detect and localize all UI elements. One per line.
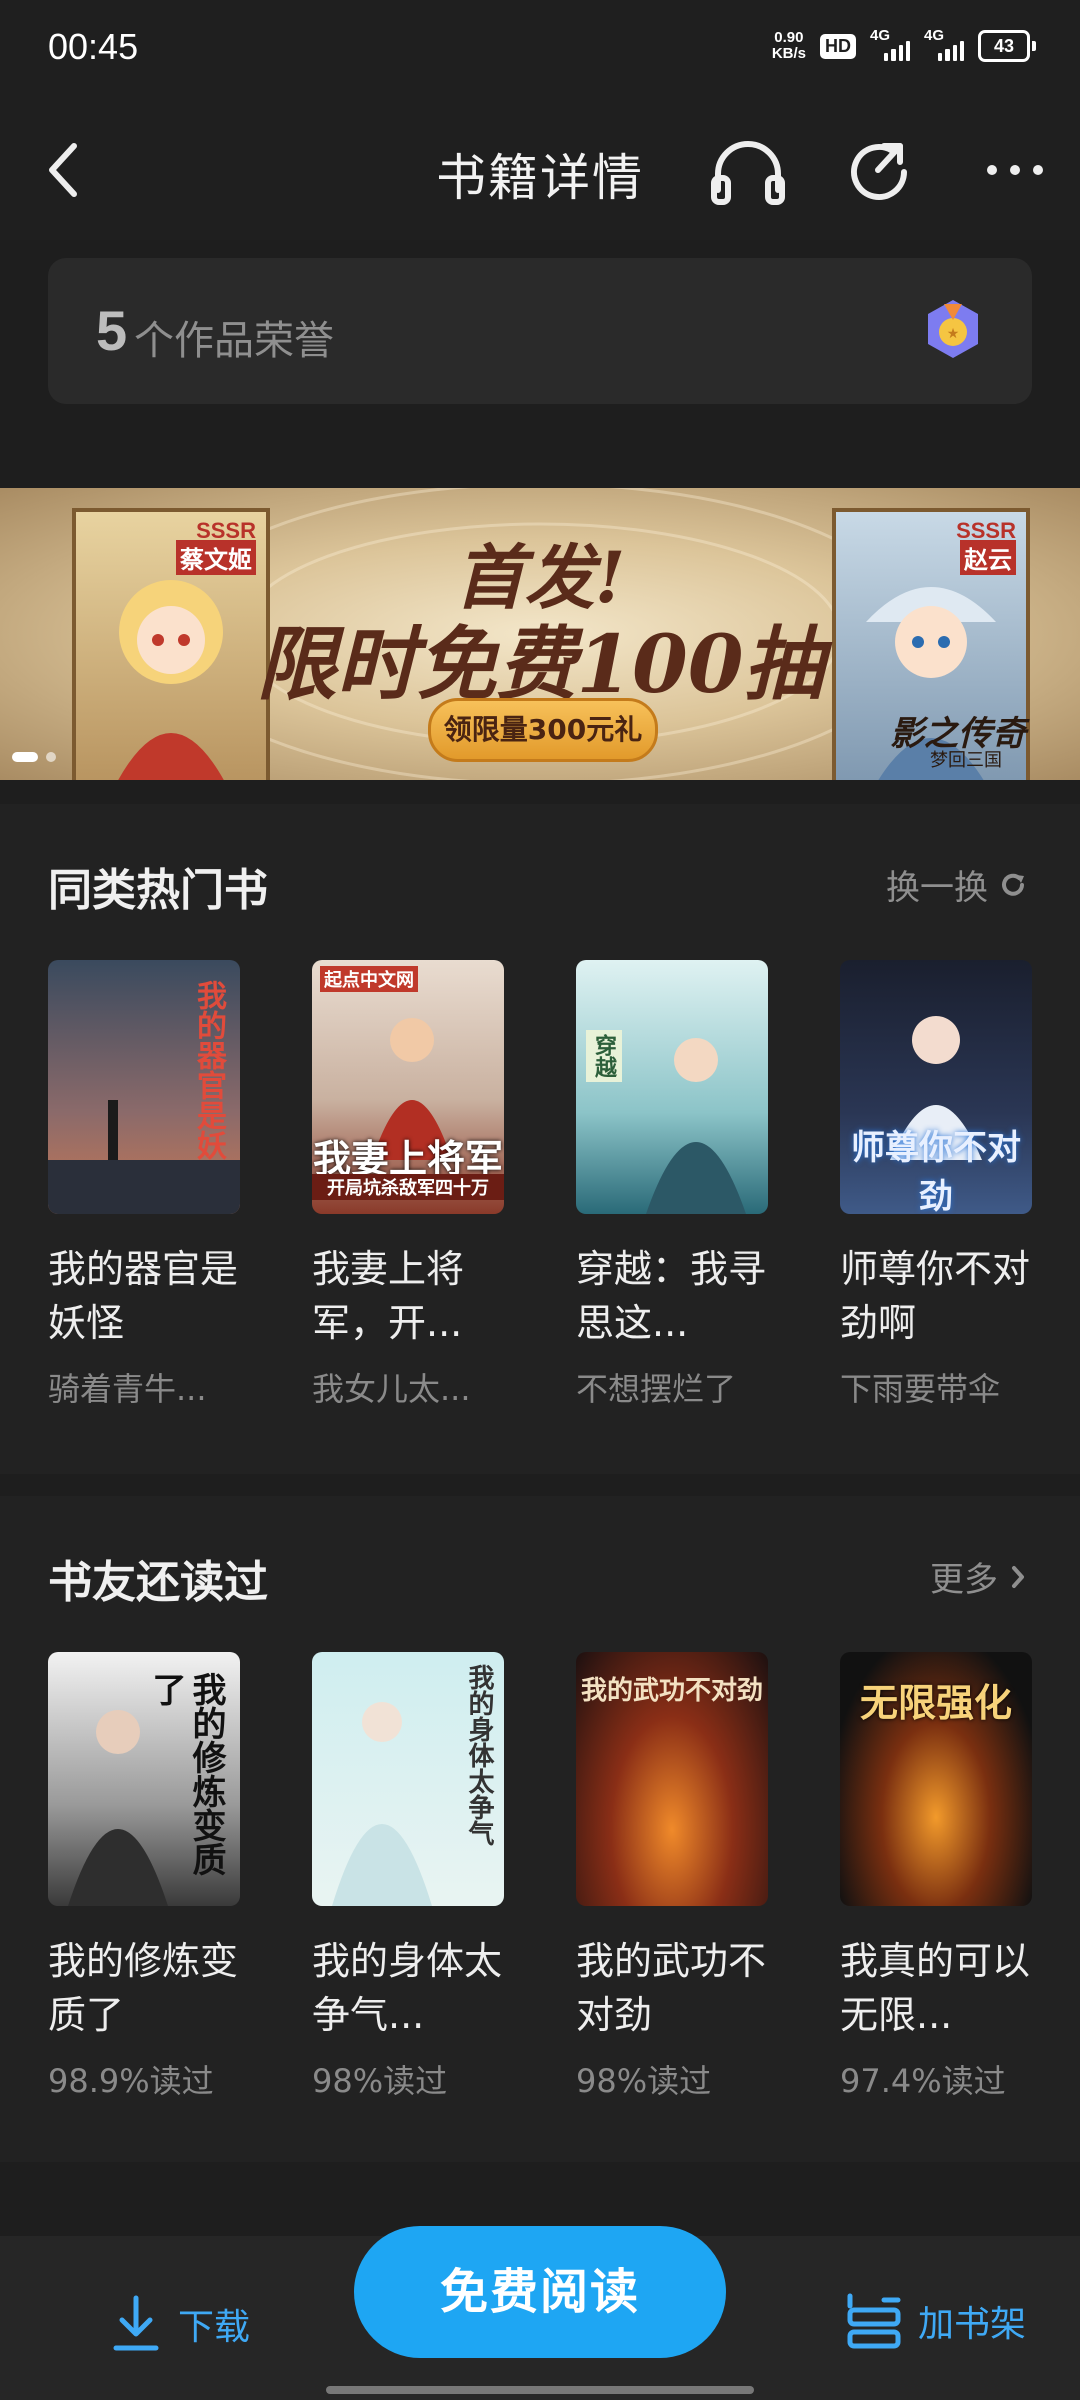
cover-strap: 开局坑杀敌军四十万 — [312, 1174, 504, 1200]
honor-count: 5 — [96, 299, 128, 362]
also-read-title: 书友还读过 — [48, 1557, 268, 1608]
book-title: 我的武功不对劲 — [576, 1939, 767, 2037]
read-percentage: 97.4%读过 — [840, 2062, 1006, 2100]
book-card[interactable]: 我的器官是妖怪 我的器官是妖怪 骑着青牛... — [48, 960, 244, 1410]
book-card[interactable]: 我的身体太争气 我的身体太争气... 98%读过 — [312, 1652, 508, 2102]
book-title: 穿越：我寻思这... — [576, 1247, 767, 1345]
network-speed-unit: KB/s — [771, 45, 806, 62]
book-cover[interactable]: 我的器官是妖怪 — [48, 960, 240, 1214]
read-percentage: 98.9%读过 — [48, 2062, 214, 2100]
promo-banner[interactable]: SSSR 蔡文姬 SSSR 赵云 首发! 限时免费100抽 领限量300元礼 影… — [0, 488, 1080, 780]
book-card[interactable]: 我的修炼变质了 我的修炼变质了 98.9%读过 — [48, 1652, 244, 2102]
cover-title: 无限强化 — [859, 1680, 1012, 1725]
book-title: 我妻上将军，开... — [312, 1247, 465, 1345]
signal-icon-2: 4G — [924, 27, 964, 61]
hd-icon: HD — [820, 33, 856, 59]
bottom-action-bar: 下载 免费阅读 加书架 — [0, 2226, 1080, 2400]
book-author: 骑着青牛... — [48, 1370, 207, 1408]
network-type-label: 4G — [870, 27, 891, 44]
book-author: 下雨要带伞 — [840, 1370, 1001, 1408]
book-title: 我真的可以无限... — [840, 1939, 1031, 2037]
download-icon — [113, 2295, 159, 2351]
honor-label: 个作品荣誉 — [134, 318, 334, 364]
read-percentage: 98%读过 — [576, 2062, 712, 2100]
network-type-label-2: 4G — [924, 27, 945, 44]
book-card[interactable]: 起点中文网 我妻上将军 开局坑杀敌军四十万 我妻上将军，开... 我女儿太... — [312, 960, 508, 1410]
download-label: 下载 — [178, 2307, 251, 2348]
book-title: 我的器官是妖怪 — [48, 1247, 239, 1345]
banner-gift-button[interactable]: 领限量300元礼 — [428, 698, 658, 762]
read-percentage: 98%读过 — [312, 2062, 448, 2100]
top-nav-bar: 书籍详情 — [0, 100, 1080, 240]
cover-title: 我的身体太争气 — [464, 1664, 494, 1846]
refresh-button[interactable]: 换一换 — [886, 860, 1028, 909]
similar-books-section: 同类热门书 换一换 我的器官是妖怪 我的器官是妖怪 骑着青牛... 起点中文网 … — [0, 804, 1080, 1474]
cover-title: 我的修炼变质了 — [146, 1672, 226, 1876]
network-speed: 0.90 KB/s — [772, 30, 806, 62]
book-card[interactable]: 师尊你不对劲 师尊你不对劲啊 下雨要带伞 — [840, 960, 1036, 1410]
cover-title: 师尊你不对劲 — [851, 1128, 1021, 1214]
book-cover[interactable]: 穿越 — [576, 960, 768, 1214]
home-indicator — [326, 2386, 754, 2394]
book-cover[interactable]: 无限强化 — [840, 1652, 1032, 1906]
also-read-section: 书友还读过 更多 我的修炼变质了 我的修炼变质了 98.9%读过 我的身体太争气… — [0, 1496, 1080, 2162]
honor-section: 5 个作品荣誉 ★ — [0, 240, 1080, 464]
refresh-icon — [1002, 873, 1024, 896]
refresh-label: 换一换 — [886, 868, 988, 908]
book-cover[interactable]: 我的身体太争气 — [312, 1652, 504, 1906]
banner-dot — [46, 752, 56, 762]
book-cover[interactable]: 师尊你不对劲 — [840, 960, 1032, 1214]
more-icon[interactable] — [980, 140, 1050, 200]
download-button[interactable]: 下载 — [110, 2294, 250, 2354]
book-cover[interactable]: 起点中文网 我妻上将军 开局坑杀敌军四十万 — [312, 960, 504, 1214]
more-label: 更多 — [930, 1560, 998, 1600]
network-speed-value: 0.90 — [774, 29, 804, 46]
banner-pagination — [12, 752, 56, 762]
status-time: 00:45 — [48, 26, 139, 67]
page-title: 书籍详情 — [436, 149, 644, 207]
share-icon[interactable] — [844, 136, 916, 208]
similar-books-title: 同类热门书 — [48, 865, 268, 916]
book-title: 师尊你不对劲啊 — [840, 1247, 1031, 1345]
headphones-icon[interactable] — [710, 138, 786, 206]
banner-brand-sub: 梦回三国 — [930, 750, 1002, 771]
book-author: 不想摆烂了 — [576, 1370, 737, 1408]
add-to-shelf-button[interactable]: 加书架 — [844, 2292, 1026, 2350]
svg-text:★: ★ — [947, 325, 960, 341]
book-card[interactable]: 无限强化 我真的可以无限... 97.4%读过 — [840, 1652, 1036, 2102]
book-card[interactable]: 我的武功不对劲 我的武功不对劲 98%读过 — [576, 1652, 772, 2102]
more-button[interactable]: 更多 — [930, 1552, 1028, 1601]
book-title: 我的身体太争气... — [312, 1939, 503, 2037]
medal-icon: ★ — [922, 298, 984, 360]
book-title: 我的修炼变质了 — [48, 1939, 239, 2037]
free-read-button[interactable]: 免费阅读 — [354, 2226, 726, 2358]
book-cover[interactable]: 我的修炼变质了 — [48, 1652, 240, 1906]
chevron-right-icon — [1012, 1565, 1024, 1588]
battery-icon: 43 — [978, 30, 1036, 62]
cover-title: 我的武功不对劲 — [580, 1676, 763, 1706]
status-icons: 0.90 KB/s HD 4G 4G 43 — [772, 27, 1036, 62]
add-to-shelf-label: 加书架 — [917, 2304, 1026, 2345]
honor-card[interactable]: 5 个作品荣誉 ★ — [48, 258, 1032, 404]
book-author: 我女儿太... — [312, 1370, 471, 1408]
book-cover[interactable]: 我的武功不对劲 — [576, 1652, 768, 1906]
book-card[interactable]: 穿越 穿越：我寻思这... 不想摆烂了 — [576, 960, 772, 1410]
signal-icon: 4G — [870, 27, 910, 61]
status-bar: 00:45 0.90 KB/s HD 4G 4G 43 — [0, 0, 1080, 100]
battery-level: 43 — [993, 35, 1015, 56]
banner-dot-active — [12, 752, 38, 762]
bookshelf-add-icon — [847, 2293, 901, 2349]
